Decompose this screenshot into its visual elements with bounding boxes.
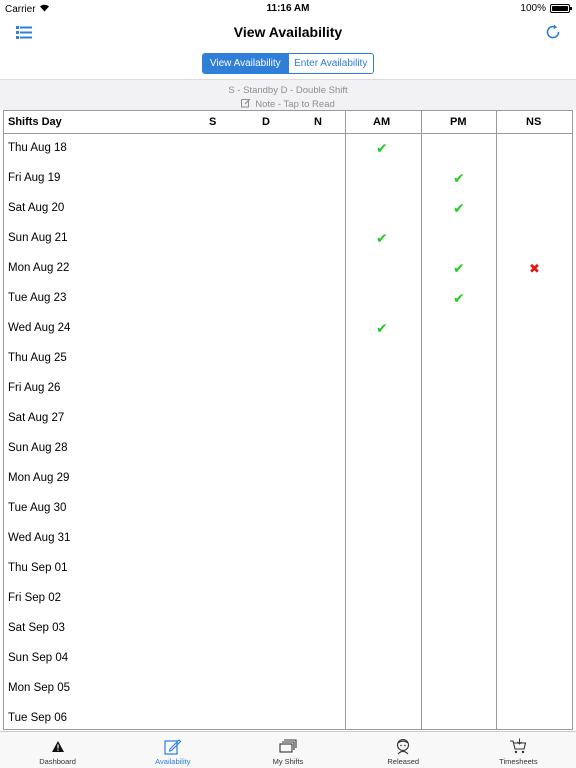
tab-bar: Dashboard Availability My Shifts Release… [0,731,576,768]
table-row[interactable]: Mon Aug 22 ✔ ✖ [4,254,572,284]
table-row[interactable]: Sun Sep 04 [4,644,572,674]
row-day-label: Wed Aug 31 [8,532,71,544]
table-row[interactable]: Sun Aug 21 ✔ [4,224,572,254]
tab-availability[interactable]: Availability [115,732,230,768]
status-time: 11:16 AM [266,3,310,14]
available-check-icon-pm: ✔ [453,170,465,186]
edit-icon [164,737,182,755]
tab-label: Released [387,757,420,766]
row-day-label: Mon Sep 05 [8,682,71,694]
row-day-label: Sun Aug 28 [8,442,68,454]
table-row[interactable]: Sat Sep 03 [4,614,572,644]
availability-table: Shifts Day S D N AM PM NS Thu Aug 18 ✔ Fri… [3,110,573,730]
row-day-label: Sat Aug 27 [8,412,65,424]
warning-icon [51,737,65,755]
row-day-label: Fri Sep 02 [8,592,62,604]
row-day-label: Thu Aug 18 [8,142,67,154]
table-row[interactable]: Sat Aug 27 [4,404,572,434]
header-d: D [262,116,270,128]
header-am: AM [373,116,391,128]
table-row[interactable]: Fri Sep 02 [4,584,572,614]
tab-label: My Shifts [272,757,304,766]
segment-enter-availability[interactable]: Enter Availability [287,54,373,73]
table-row[interactable]: Wed Aug 24 ✔ [4,314,572,344]
header-s: S [209,116,217,128]
battery-icon [550,4,572,13]
tab-label: Timesheets [499,757,538,766]
row-day-label: Wed Aug 24 [8,322,71,334]
table-row[interactable]: Tue Aug 30 [4,494,572,524]
battery-percent: 100% [520,3,546,14]
stack-icon [279,737,297,755]
page-title: View Availability [233,24,343,40]
refresh-icon[interactable] [544,23,562,46]
row-day-label: Fri Aug 19 [8,172,61,184]
available-check-icon-pm: ✔ [453,260,465,276]
table-row[interactable]: Fri Aug 19 ✔ [4,164,572,194]
header-pm: PM [450,116,467,128]
tab-label: Availability [155,757,191,766]
tab-released[interactable]: Released [346,732,461,768]
row-day-label: Tue Sep 06 [8,712,68,724]
table-row[interactable]: Thu Aug 25 [4,344,572,374]
tab-dashboard[interactable]: Dashboard [0,732,115,768]
header-ns: NS [526,116,542,128]
row-day-label: Tue Aug 23 [8,292,67,304]
row-day-label: Mon Aug 29 [8,472,70,484]
legend: S - Standby D - Double Shift Note - Tap … [0,79,576,110]
row-day-label: Sat Aug 20 [8,202,65,214]
tab-timesheets[interactable]: Timesheets [461,732,576,768]
row-day-label: Sun Sep 04 [8,652,69,664]
row-day-label: Thu Aug 25 [8,352,67,364]
available-check-icon-pm: ✔ [453,200,465,216]
table-row[interactable]: Mon Aug 29 [4,464,572,494]
table-row[interactable]: Wed Aug 31 [4,524,572,554]
table-row[interactable]: Thu Sep 01 [4,554,572,584]
available-check-icon-am: ✔ [376,140,388,156]
table-row[interactable]: Sun Aug 28 [4,434,572,464]
row-day-label: Sun Aug 21 [8,232,68,244]
legend-note-label: Note - Tap to Read [255,99,335,110]
table-row[interactable]: Mon Sep 05 [4,674,572,704]
table-header: Shifts Day S D N AM PM NS [4,111,572,134]
legend-shift-codes: S - Standby D - Double Shift [228,85,348,96]
row-day-label: Thu Sep 01 [8,562,68,574]
tab-my-shifts[interactable]: My Shifts [230,732,345,768]
table-row[interactable]: Tue Sep 06 [4,704,572,729]
nav-bar: View Availability [0,18,576,48]
view-mode-segmented-control[interactable]: View Availability Enter Availability [202,53,374,74]
table-row[interactable]: Fri Aug 26 [4,374,572,404]
row-day-label: Fri Aug 26 [8,382,61,394]
segment-view-availability[interactable]: View Availability [203,54,288,73]
available-check-icon-am: ✔ [376,230,388,246]
person-icon [395,737,411,755]
available-check-icon-am: ✔ [376,320,388,336]
table-row[interactable]: Thu Aug 18 ✔ [4,134,572,164]
header-shifts-day: Shifts Day [8,116,62,128]
tab-label: Dashboard [39,757,76,766]
table-row[interactable]: Tue Aug 23 ✔ [4,284,572,314]
status-bar: Carrier 11:16 AM 100% [0,0,576,18]
header-n: N [314,116,322,128]
table-row[interactable]: Sat Aug 20 ✔ [4,194,572,224]
cart-icon [509,737,527,755]
row-day-label: Sat Sep 03 [8,622,65,634]
row-day-label: Mon Aug 22 [8,262,70,274]
unavailable-x-icon-ns: ✖ [529,261,540,276]
row-day-label: Tue Aug 30 [8,502,67,514]
available-check-icon-pm: ✔ [453,290,465,306]
